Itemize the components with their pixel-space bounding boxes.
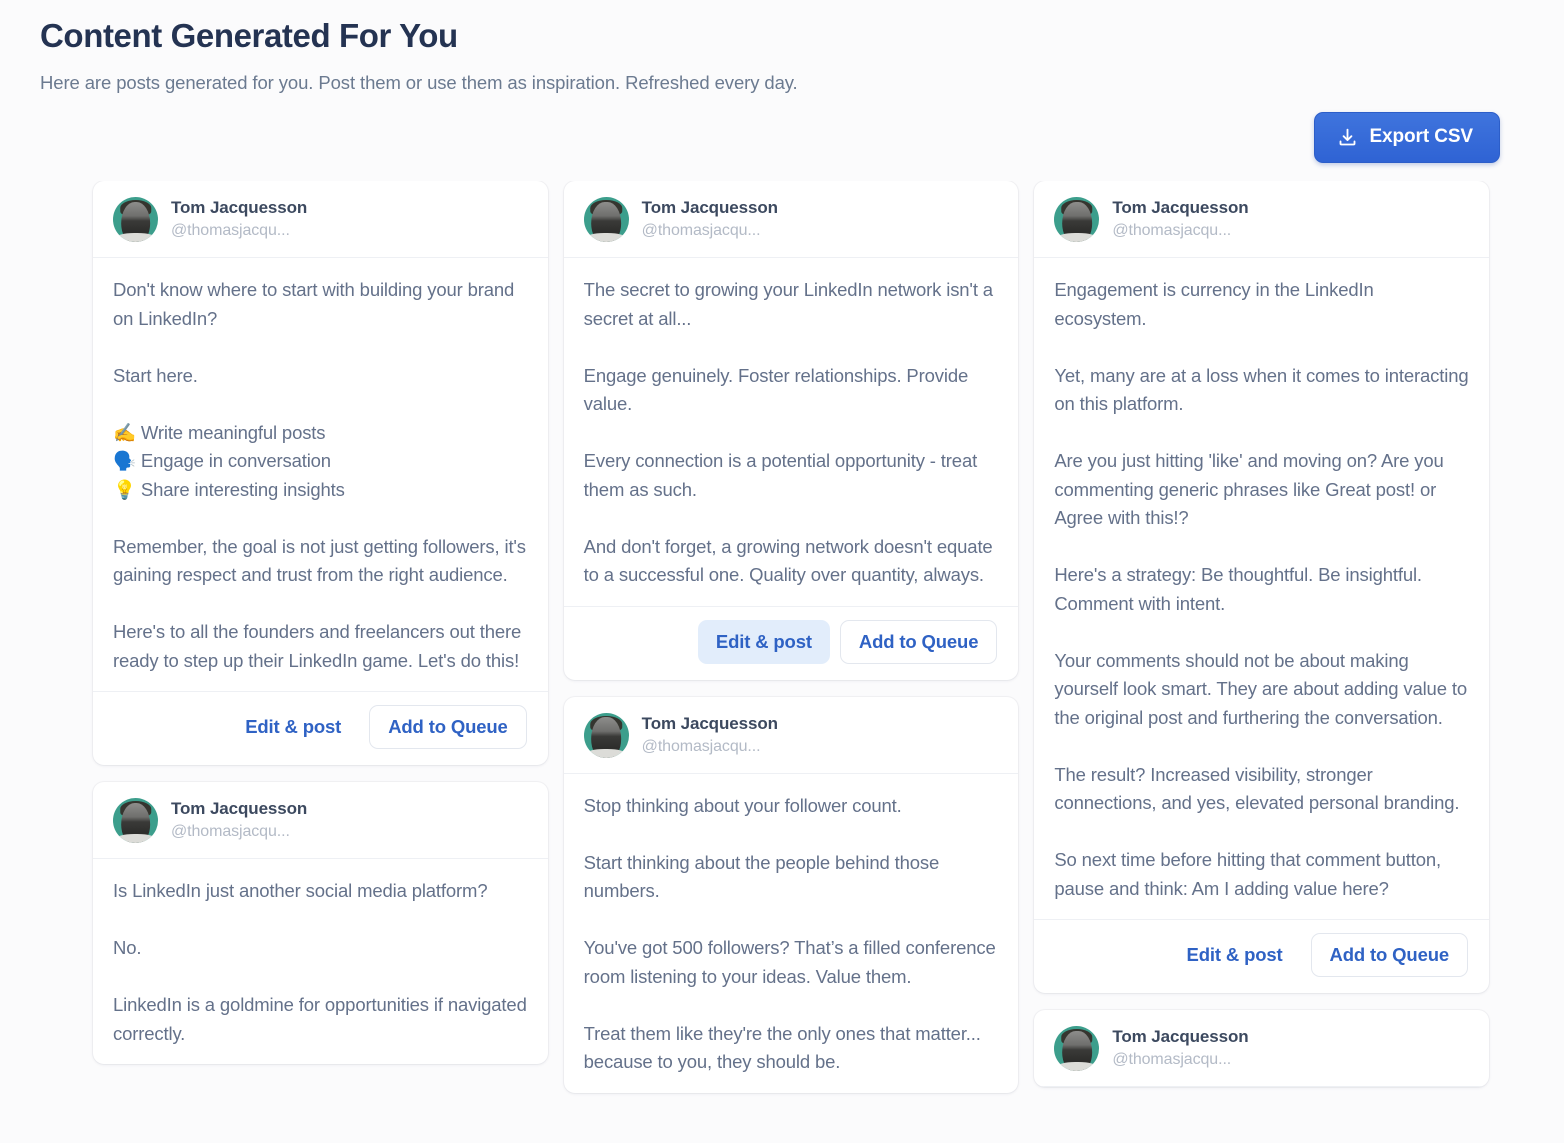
- post-body-text: Is LinkedIn just another social media pl…: [113, 880, 527, 1044]
- add-to-queue-button[interactable]: Add to Queue: [839, 619, 998, 664]
- posts-board: Tom Jacquesson @thomasjacqu... Don't know …: [0, 181, 1564, 1143]
- post-card: Tom Jacquesson @thomasjacqu... Don't know …: [93, 181, 548, 765]
- avatar-shoulders: [585, 748, 628, 758]
- author-handle: @thomasjacqu...: [1112, 222, 1232, 239]
- post-card-header: Tom Jacquesson @thomasjacqu...: [563, 181, 1019, 258]
- post-card-actions: Edit & post Add to Queue: [93, 691, 548, 765]
- author-handle: @thomasjacqu...: [171, 823, 290, 840]
- post-card: Tom Jacquesson @thomasjacqu... The secret …: [563, 181, 1019, 680]
- edit-and-post-button[interactable]: Edit & post: [1169, 933, 1301, 977]
- post-card: Tom Jacquesson @thomasjacqu... Stop thinki…: [563, 696, 1019, 1093]
- post-body-text: Engagement is currency in the LinkedIn e…: [1054, 279, 1469, 899]
- author-meta: Tom Jacquesson @thomasjacqu...: [642, 713, 778, 758]
- export-csv-button[interactable]: Export CSV: [1314, 112, 1500, 163]
- add-to-queue-button[interactable]: Add to Queue: [1310, 933, 1469, 977]
- post-body-text: Stop thinking about your follower count.…: [583, 794, 996, 1073]
- author-name: Tom Jacquesson: [641, 198, 778, 217]
- author-meta: Tom Jacquesson @thomasjacqu...: [1112, 1026, 1248, 1071]
- posts-column: Tom Jacquesson @thomasjacqu... Don't know …: [93, 181, 548, 1064]
- author-handle: @thomasjacqu...: [1112, 1051, 1232, 1068]
- posts-column: Tom Jacquesson @thomasjacqu... Engagement …: [1034, 181, 1490, 1087]
- avatar-shoulders: [114, 834, 157, 843]
- avatar: [1054, 197, 1100, 242]
- page-header: Content Generated For You Here are posts…: [0, 0, 1564, 96]
- author-handle: @thomasjacqu...: [641, 222, 761, 239]
- avatar: [1054, 1026, 1100, 1071]
- author-handle: @thomasjacqu...: [641, 737, 761, 755]
- post-card-header: Tom Jacquesson @thomasjacqu...: [1034, 181, 1490, 258]
- post-card-header: Tom Jacquesson @thomasjacqu...: [563, 697, 1019, 774]
- avatar-shoulders: [585, 233, 628, 242]
- posts-column: Tom Jacquesson @thomasjacqu... The secret …: [563, 181, 1019, 1093]
- author-meta: Tom Jacquesson @thomasjacqu...: [642, 197, 778, 242]
- content-generation-page: Content Generated For You Here are posts…: [0, 0, 1564, 1143]
- post-card-actions: Edit & post Add to Queue: [563, 605, 1019, 680]
- post-card-header: Tom Jacquesson @thomasjacqu...: [93, 782, 548, 859]
- avatar: [113, 798, 158, 843]
- toolbar: Export CSV: [0, 112, 1564, 163]
- avatar: [113, 197, 158, 242]
- post-card: Tom Jacquesson @thomasjacqu... Engagement …: [1034, 181, 1490, 993]
- download-tray-icon: [1337, 127, 1358, 148]
- author-handle: @thomasjacqu...: [171, 222, 290, 239]
- avatar-shoulders: [1055, 1062, 1098, 1071]
- author-name: Tom Jacquesson: [1112, 198, 1249, 217]
- post-card: Tom Jacquesson @thomasjacqu...: [1034, 1010, 1490, 1087]
- avatar-shoulders: [114, 233, 157, 242]
- avatar: [583, 712, 629, 758]
- page-title: Content Generated For You: [40, 17, 458, 54]
- post-card: Tom Jacquesson @thomasjacqu... Is LinkedIn…: [93, 782, 548, 1064]
- avatar: [583, 197, 629, 242]
- author-name: Tom Jacquesson: [171, 799, 308, 818]
- author-name: Tom Jacquesson: [1112, 1027, 1249, 1046]
- author-meta: Tom Jacquesson @thomasjacqu...: [171, 197, 307, 242]
- author-name: Tom Jacquesson: [641, 713, 778, 733]
- author-name: Tom Jacquesson: [171, 198, 308, 217]
- edit-and-post-button[interactable]: Edit & post: [227, 705, 359, 749]
- add-to-queue-button[interactable]: Add to Queue: [369, 705, 527, 749]
- author-meta: Tom Jacquesson @thomasjacqu...: [1112, 197, 1248, 242]
- edit-and-post-button[interactable]: Edit & post: [697, 619, 830, 664]
- post-card-actions: Edit & post Add to Queue: [1034, 919, 1490, 993]
- avatar-shoulders: [1055, 233, 1098, 242]
- page-subtitle: Here are posts generated for you. Post t…: [40, 72, 798, 93]
- export-csv-label: Export CSV: [1369, 126, 1473, 147]
- post-card-header: Tom Jacquesson @thomasjacqu...: [93, 181, 548, 258]
- post-card-header: Tom Jacquesson @thomasjacqu...: [1034, 1010, 1490, 1087]
- post-body-text: Don't know where to start with building …: [113, 279, 526, 671]
- post-body-text: The secret to growing your LinkedIn netw…: [583, 279, 993, 585]
- author-meta: Tom Jacquesson @thomasjacqu...: [171, 798, 307, 843]
